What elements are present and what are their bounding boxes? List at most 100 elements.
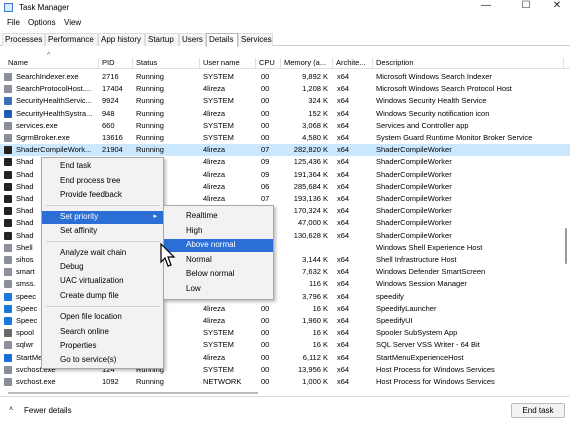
- context-menu-item-create-dump-file[interactable]: Create dump file: [42, 290, 163, 303]
- menu-view[interactable]: View: [64, 18, 81, 27]
- cell-memory: 125,436 K: [293, 157, 328, 167]
- column-memory[interactable]: Memory (a...: [281, 58, 333, 69]
- cell-description: Windows Shell Experience Host: [376, 242, 483, 252]
- cell-user: SYSTEM: [203, 364, 234, 374]
- cell-architecture: x64: [337, 84, 350, 94]
- cell-user: 4lireza: [203, 194, 226, 203]
- process-icon: [4, 280, 12, 289]
- menu-separator: [46, 241, 160, 242]
- minimize-icon[interactable]: —: [469, 0, 503, 14]
- context-menu-item-open-file-location[interactable]: Open file location: [42, 311, 163, 324]
- chevron-up-icon[interactable]: ˄: [9, 406, 13, 413]
- priority-item-high[interactable]: High: [164, 225, 273, 238]
- process-icon: [4, 158, 12, 167]
- cell-description: ShaderCompileWorker: [376, 169, 452, 179]
- cell-memory: 116 K: [308, 279, 328, 289]
- cell-description: Spooler SubSystem App: [376, 328, 458, 338]
- cell-memory: 16 K: [312, 328, 328, 338]
- context-menu-label: Set affinity: [60, 226, 98, 235]
- tab-performance[interactable]: Performance: [45, 33, 98, 46]
- cell-description: System Guard Runtime Monitor Broker Serv…: [376, 133, 533, 142]
- process-icon: [4, 256, 12, 264]
- context-menu-item-end-task[interactable]: End task: [42, 160, 163, 173]
- cell-description: Shell Infrastructure Host: [376, 255, 457, 264]
- tab-users[interactable]: Users: [179, 33, 206, 46]
- cell-status: Running: [136, 72, 164, 81]
- priority-item-label: Below normal: [186, 269, 235, 279]
- process-icon: [4, 73, 12, 81]
- priority-item-normal[interactable]: Normal: [164, 254, 273, 267]
- fewer-details-link[interactable]: Fewer details: [24, 406, 72, 415]
- tab-processes[interactable]: Processes: [2, 33, 45, 46]
- process-icon: [4, 134, 12, 142]
- cell-cpu: 09: [261, 157, 270, 167]
- cell-description: Windows Defender SmartScreen: [376, 267, 486, 277]
- cell-architecture: x64: [337, 108, 350, 118]
- priority-item-realtime[interactable]: Realtime: [164, 210, 273, 223]
- column-architecture[interactable]: Archite...: [333, 58, 373, 69]
- menu-file[interactable]: File: [7, 18, 20, 27]
- cell-memory: 1,960 K: [302, 316, 328, 325]
- hscroll-thumb[interactable]: [8, 392, 258, 394]
- context-menu-item-end-process-tree[interactable]: End process tree: [42, 175, 163, 188]
- process-icon: [4, 353, 12, 362]
- cell-architecture: x64: [337, 72, 350, 81]
- cell-user: SYSTEM: [203, 72, 234, 81]
- priority-item-label: Normal: [186, 254, 212, 264]
- table-row[interactable]: SecurityHealthSystra... 948 Running 4lireza…: [0, 108, 570, 120]
- table-row[interactable]: SearchProtocolHost.... 17404 Running 4lirez…: [0, 83, 570, 95]
- priority-item-low[interactable]: Low: [164, 283, 273, 296]
- table-row[interactable]: SgrmBroker.exe 13616 Running SYSTEM 00 4,580 …: [0, 132, 570, 144]
- context-menu-item-provide-feedback[interactable]: Provide feedback: [42, 189, 163, 202]
- column-name[interactable]: Name: [5, 58, 99, 69]
- cell-memory: 13,956 K: [297, 364, 328, 374]
- cell-architecture: x64: [337, 206, 350, 216]
- table-row[interactable]: ShaderCompileWork... 21904 Running 4lireza 0…: [0, 144, 570, 157]
- cell-pid: 948: [102, 108, 115, 118]
- table-row[interactable]: SearchIndexer.exe 2716 Running SYSTEM 00 9,89…: [0, 71, 570, 83]
- column-status[interactable]: Status: [133, 58, 200, 69]
- tab-startup[interactable]: Startup: [145, 33, 179, 46]
- cell-cpu: 00: [261, 303, 270, 313]
- process-icon: [4, 219, 12, 228]
- cell-description: speedify: [376, 291, 404, 301]
- priority-item-below-normal[interactable]: Below normal: [164, 268, 273, 281]
- scrollbar-thumb[interactable]: [565, 228, 567, 264]
- cell-user: 4lireza: [203, 108, 226, 118]
- cell-description: Microsoft Windows Search Protocol Host: [376, 84, 512, 94]
- context-menu-item-uac-virtualization[interactable]: UAC virtualization: [42, 275, 163, 288]
- table-row[interactable]: services.exe 660 Running SYSTEM 00 3,068 K x64…: [0, 120, 570, 132]
- cell-description: ShaderCompileWorker: [376, 145, 452, 155]
- maximize-icon[interactable]: ☐: [509, 0, 543, 14]
- column-user-name[interactable]: User name: [200, 58, 256, 69]
- cell-user: 4lireza: [203, 181, 226, 191]
- cell-user: 4lireza: [203, 303, 226, 313]
- table-row[interactable]: svchost.exe 1092 Running NETWORK 00 1,000 K x6…: [0, 376, 570, 388]
- context-menu-item-go-to-service-s[interactable]: Go to service(s): [42, 354, 163, 367]
- context-menu-item-search-online[interactable]: Search online: [42, 326, 163, 339]
- context-menu-item-properties[interactable]: Properties: [42, 340, 163, 353]
- column-pid[interactable]: PID: [99, 58, 133, 69]
- cell-description: ShaderCompileWorker: [376, 181, 452, 191]
- tab-app-history[interactable]: App history: [98, 33, 145, 46]
- menu-options[interactable]: Options: [28, 18, 56, 27]
- cell-architecture: x64: [337, 133, 350, 142]
- table-row[interactable]: SecurityHealthServic... 9924 Running SYSTEM…: [0, 95, 570, 107]
- priority-item-above-normal[interactable]: Above normal: [164, 239, 273, 253]
- tab-details[interactable]: Details: [206, 33, 238, 47]
- cell-cpu: 00: [261, 120, 270, 130]
- context-menu-item-debug[interactable]: Debug: [42, 261, 163, 274]
- tab-services[interactable]: Services: [238, 33, 273, 46]
- process-icon: [4, 170, 12, 179]
- title-bar: Task Manager — ☐ ✕: [0, 0, 570, 16]
- column-description[interactable]: Description: [373, 58, 564, 69]
- context-menu-item-analyze-wait-chain[interactable]: Analyze wait chain: [42, 247, 163, 260]
- column-cpu[interactable]: CPU: [256, 58, 281, 69]
- cell-cpu: 00: [261, 96, 270, 106]
- context-menu-item-set-affinity[interactable]: Set affinity: [42, 225, 163, 238]
- context-menu-item-set-priority[interactable]: Set priority ▸: [42, 211, 163, 224]
- cell-cpu: 06: [261, 181, 270, 191]
- cell-memory: 193,136 K: [293, 194, 328, 203]
- close-icon[interactable]: ✕: [540, 0, 570, 14]
- end-task-button[interactable]: End task: [511, 403, 565, 418]
